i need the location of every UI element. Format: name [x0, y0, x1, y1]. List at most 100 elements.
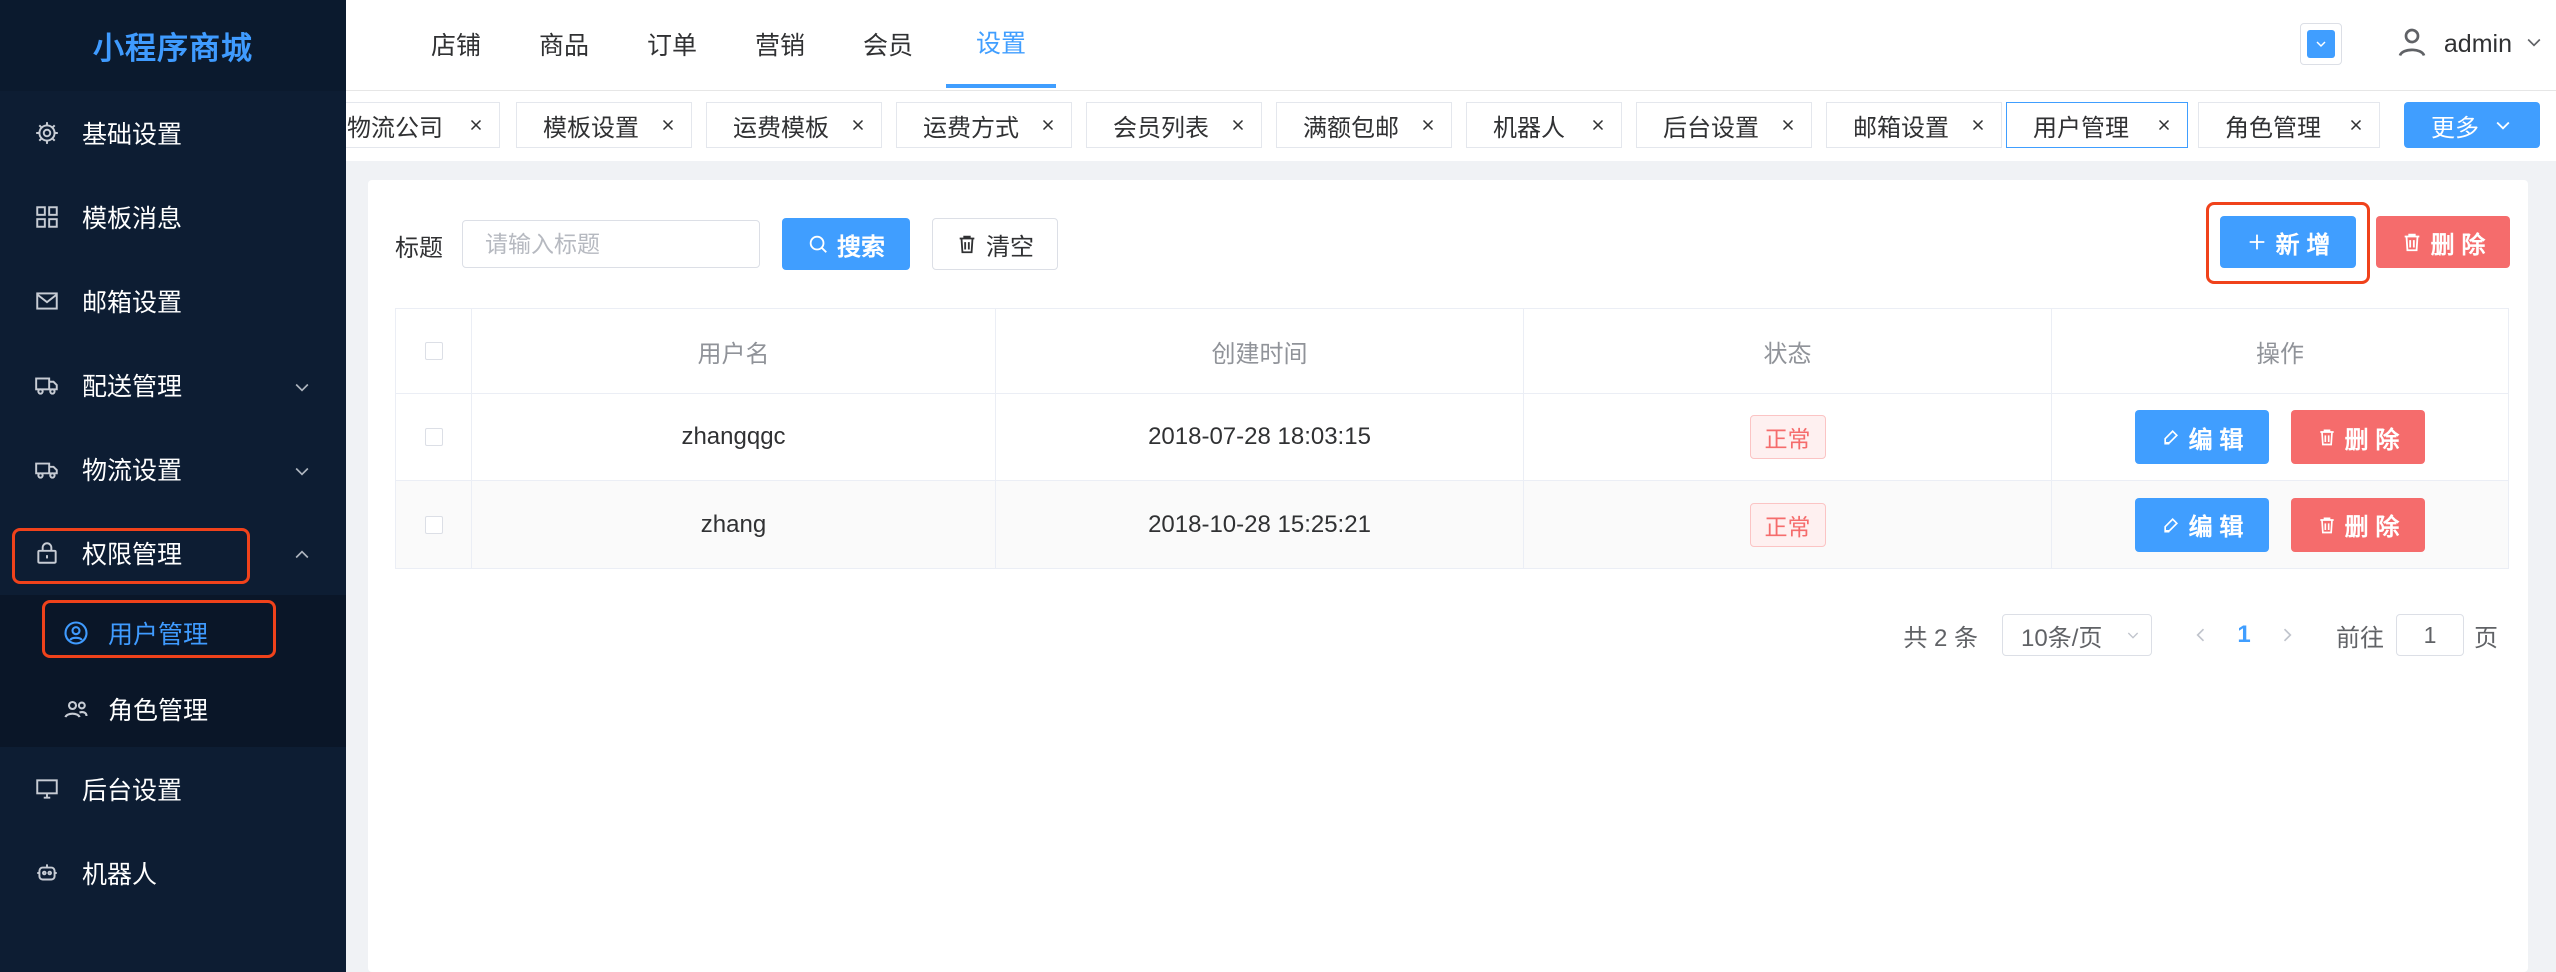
edit-button[interactable]: 编 辑: [2135, 410, 2269, 464]
status-badge: 正常: [1749, 502, 1826, 547]
user-menu[interactable]: admin: [2394, 24, 2544, 65]
chevron-right-icon: [2283, 628, 2292, 642]
sidebar-item-logistics[interactable]: 物流设置: [0, 427, 346, 511]
username: admin: [2443, 29, 2512, 58]
sidebar-item-user-management[interactable]: 用户管理: [0, 595, 346, 671]
chevron-down-icon: [2127, 632, 2139, 639]
row-checkbox[interactable]: [424, 515, 443, 534]
cell-created: 2018-10-28 15:25:21: [996, 481, 1524, 568]
prev-page-button[interactable]: [2186, 620, 2216, 650]
sidebar-item-backend-settings[interactable]: 后台设置: [0, 747, 346, 831]
column-header-username: 用户名: [472, 309, 996, 393]
open-tab-free-shipping[interactable]: 满额包邮: [1276, 102, 1452, 148]
cell-username: zhang: [472, 481, 996, 568]
nav-tab-settings[interactable]: 设置: [946, 0, 1056, 88]
nav-tab-orders[interactable]: 订单: [634, 0, 710, 88]
column-header-actions: 操作: [2256, 340, 2304, 368]
close-icon[interactable]: [1227, 114, 1249, 136]
top-right-tools: admin: [2299, 0, 2556, 88]
permissions-submenu: 用户管理 角色管理: [0, 595, 346, 747]
open-tab-user-management[interactable]: 用户管理: [2006, 102, 2188, 148]
close-icon[interactable]: [1777, 114, 1799, 136]
open-tab-member-list[interactable]: 会员列表: [1086, 102, 1262, 148]
grid-icon: [34, 204, 60, 230]
sidebar-item-role-management[interactable]: 角色管理: [0, 671, 346, 747]
sidebar-item-robot[interactable]: 机器人: [0, 831, 346, 915]
chevron-up-icon: [292, 543, 312, 563]
chevron-down-icon: [2306, 30, 2335, 58]
table-header: 用户名 创建时间 状态 操作: [396, 309, 2508, 394]
lock-icon: [34, 540, 60, 566]
chevron-down-icon: [292, 459, 312, 479]
chevron-left-icon: [2196, 628, 2205, 642]
search-icon: [809, 235, 827, 253]
open-tab-template-settings[interactable]: 模板设置: [516, 102, 692, 148]
sidebar-item-delivery[interactable]: 配送管理: [0, 343, 346, 427]
more-tabs-button[interactable]: 更多: [2404, 102, 2540, 148]
user-circle-icon: [62, 619, 90, 647]
user-management-panel: 标题 搜索 清空 新 增 删 除 用户名 创建时间 状态 操作: [368, 180, 2528, 972]
open-tab-backend-settings[interactable]: 后台设置: [1636, 102, 1812, 148]
nav-tab-store[interactable]: 店铺: [418, 0, 494, 88]
close-icon[interactable]: [1037, 114, 1059, 136]
open-tab-robot[interactable]: 机器人: [1466, 102, 1622, 148]
close-icon[interactable]: [847, 114, 869, 136]
sidebar-item-label: 邮箱设置: [82, 289, 183, 317]
cell-created: 2018-07-28 18:03:15: [996, 394, 1524, 480]
trash-icon: [2319, 517, 2334, 533]
close-icon[interactable]: [2153, 114, 2175, 136]
edit-button[interactable]: 编 辑: [2135, 497, 2269, 552]
open-tab-mail-settings[interactable]: 邮箱设置: [1826, 102, 2002, 148]
clear-button[interactable]: 清空: [932, 218, 1058, 270]
nav-tab-products[interactable]: 商品: [526, 0, 602, 88]
sidebar-item-label: 机器人: [82, 861, 158, 889]
user-avatar-icon: [2394, 24, 2430, 65]
add-button[interactable]: 新 增: [2220, 216, 2356, 268]
close-icon[interactable]: [465, 114, 487, 136]
sidebar-item-mail-settings[interactable]: 邮箱设置: [0, 259, 346, 343]
edit-icon: [2163, 517, 2178, 532]
row-checkbox[interactable]: [424, 428, 443, 446]
table-row: zhangqgc 2018-07-28 18:03:15 正常 编 辑 删 除: [396, 394, 2508, 481]
open-tab-freight-template[interactable]: 运费模板: [706, 102, 882, 148]
delete-button[interactable]: 删 除: [2291, 497, 2425, 552]
fullscreen-toggle[interactable]: [2299, 23, 2342, 65]
title-search-input[interactable]: [462, 220, 760, 268]
open-tab-freight-method[interactable]: 运费方式: [896, 102, 1072, 148]
nav-tab-members[interactable]: 会员: [850, 0, 926, 88]
close-icon[interactable]: [1417, 114, 1439, 136]
goto-suffix: 页: [2474, 624, 2498, 652]
next-page-button[interactable]: [2272, 620, 2302, 650]
search-button[interactable]: 搜索: [782, 218, 910, 270]
close-icon[interactable]: [657, 114, 679, 136]
sidebar-item-label: 用户管理: [108, 621, 209, 649]
pagination-total: 共 2 条: [1903, 624, 1978, 652]
close-icon[interactable]: [1967, 114, 1989, 136]
close-icon[interactable]: [2345, 114, 2367, 136]
gear-icon: [34, 120, 60, 146]
sidebar-item-label: 物流设置: [82, 457, 183, 485]
trash-icon: [2319, 429, 2334, 446]
open-tab-logistics-company[interactable]: 物流公司: [346, 102, 500, 148]
close-icon[interactable]: [1587, 114, 1609, 136]
open-tab-role-management[interactable]: 角色管理: [2198, 102, 2380, 148]
app-logo: 小程序商城: [0, 0, 346, 91]
truck-icon: [34, 372, 60, 398]
page-number-1[interactable]: 1: [2216, 621, 2272, 649]
chevron-down-icon: [2496, 121, 2510, 130]
delete-button[interactable]: 删 除: [2291, 410, 2425, 464]
trash-icon: [2404, 233, 2419, 252]
select-all-checkbox[interactable]: [424, 342, 443, 360]
users-table: 用户名 创建时间 状态 操作 zhangqgc 2018-07-28 18:03…: [395, 308, 2509, 569]
nav-tab-marketing[interactable]: 营销: [742, 0, 818, 88]
status-badge: 正常: [1749, 415, 1826, 459]
sidebar-item-basic-settings[interactable]: 基础设置: [0, 91, 346, 175]
plus-icon: [2249, 234, 2264, 250]
sidebar-item-permissions[interactable]: 权限管理: [0, 511, 346, 595]
sidebar-item-template-message[interactable]: 模板消息: [0, 175, 346, 259]
goto-page-input[interactable]: [2396, 614, 2464, 656]
sidebar-item-label: 角色管理: [108, 697, 209, 725]
page-size-select[interactable]: 10条/页: [2002, 614, 2152, 656]
batch-delete-button[interactable]: 删 除: [2376, 216, 2510, 268]
monitor-icon: [34, 776, 60, 802]
